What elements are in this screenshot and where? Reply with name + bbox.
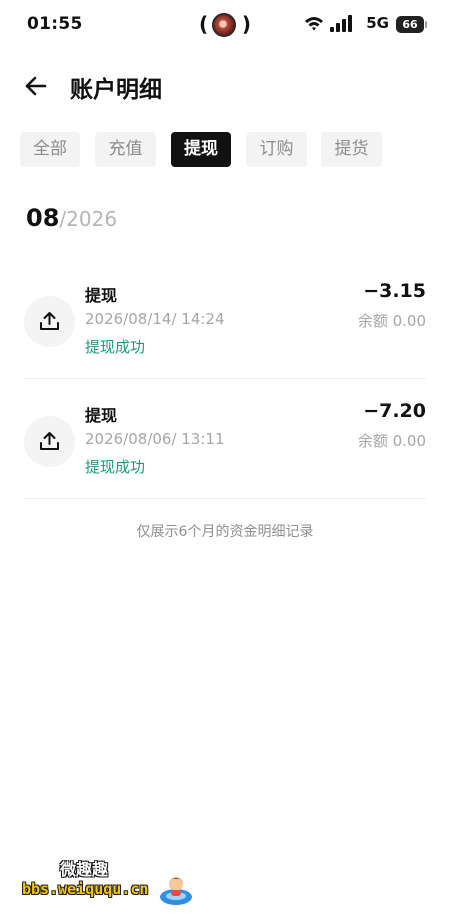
transaction-time: 2026/08/06/ 13:11 [85, 430, 225, 448]
tab-orders[interactable]: 订购 [246, 132, 307, 167]
month-number: 08 [26, 204, 60, 232]
back-button[interactable] [20, 70, 52, 102]
battery-icon: 66 [396, 16, 427, 33]
mascot-icon [160, 877, 192, 905]
system-icons: 5G 66 [304, 14, 427, 35]
signal-icon [330, 15, 352, 32]
month-heading: 08/2026 [26, 204, 117, 232]
status-bar: 01:55 ( ) 5G 66 [0, 0, 450, 52]
network-type: 5G [366, 14, 389, 32]
watermark: 微趣趣 bbs.weiququ.cn [22, 856, 202, 912]
row-divider [24, 498, 426, 499]
transaction-title: 提现 [85, 406, 118, 425]
transaction-amount: −7.20 [363, 400, 426, 422]
watermark-url: bbs.weiququ.cn [22, 880, 149, 898]
transaction-time: 2026/08/14/ 14:24 [85, 310, 225, 328]
transaction-balance: 余额 0.00 [357, 432, 426, 450]
battery-level: 66 [402, 18, 418, 31]
tab-pickup[interactable]: 提货 [321, 132, 382, 167]
transaction-amount: −3.15 [363, 280, 426, 302]
watermark-title: 微趣趣 [60, 860, 109, 879]
tab-withdraw[interactable]: 提现 [171, 132, 231, 167]
history-notice: 仅展示6个月的资金明细记录 [136, 524, 314, 540]
wifi-icon [305, 17, 323, 31]
tab-recharge[interactable]: 充值 [95, 132, 156, 167]
transaction-row[interactable]: 提现 2026/08/06/ 13:11 提现成功 −7.20 余额 0.00 [24, 382, 426, 492]
month-year: /2026 [59, 207, 118, 231]
transaction-status: 提现成功 [85, 338, 146, 356]
withdraw-icon [24, 416, 75, 467]
page-title: 账户明细 [70, 77, 162, 103]
withdraw-icon [24, 296, 75, 347]
transaction-balance: 余额 0.00 [357, 312, 426, 330]
row-divider [24, 378, 426, 379]
arrow-left-icon [25, 76, 47, 96]
live-activity-icon [212, 13, 236, 37]
transaction-status: 提现成功 [85, 458, 146, 476]
dynamic-island: ( ) [199, 12, 251, 37]
tab-all[interactable]: 全部 [20, 132, 80, 167]
transaction-title: 提现 [85, 286, 118, 305]
transaction-row[interactable]: 提现 2026/08/14/ 14:24 提现成功 −3.15 余额 0.00 [24, 262, 426, 372]
status-time: 01:55 [27, 14, 83, 34]
